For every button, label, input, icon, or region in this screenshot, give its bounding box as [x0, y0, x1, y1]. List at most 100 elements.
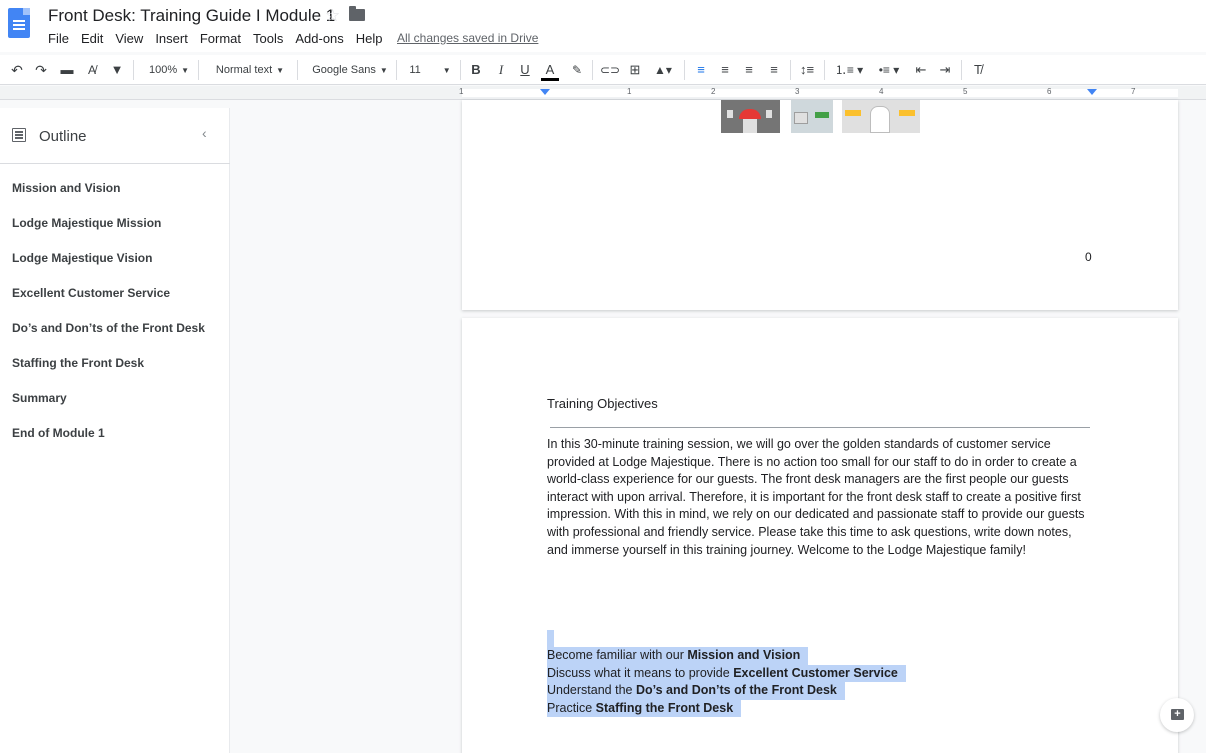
- ruler-number: 2: [711, 87, 716, 96]
- line-spacing-icon[interactable]: ↕≡: [798, 62, 816, 78]
- chevron-down-icon: ▼: [276, 66, 285, 75]
- insert-image-icon[interactable]: ▲▾: [650, 62, 676, 78]
- outline-item[interactable]: Mission and Vision: [0, 180, 230, 215]
- outline-header: Outline ‹: [0, 108, 230, 164]
- ruler: 1 1 2 3 4 5 6 7: [0, 86, 1206, 100]
- numbered-list-icon[interactable]: ⒈≡ ▾: [832, 62, 866, 78]
- ruler-page-area: [462, 89, 1178, 97]
- google-docs-window: Front Desk: Training Guide I Module 1 ☆ …: [0, 0, 1206, 753]
- section-title: Training Objectives: [547, 396, 658, 411]
- highlight-icon[interactable]: ✎: [568, 62, 586, 78]
- align-right-icon[interactable]: ≡: [740, 62, 758, 78]
- docs-logo-icon[interactable]: [8, 8, 30, 38]
- outline-item[interactable]: Staffing the Front Desk: [0, 355, 230, 390]
- clear-formatting-icon[interactable]: T̸: [969, 62, 987, 78]
- objective-line: Discuss what it means to provide Excelle…: [547, 664, 906, 682]
- folder-icon[interactable]: [349, 6, 365, 21]
- paint-format-icon[interactable]: ▼: [108, 62, 126, 78]
- font-value: Google Sans: [312, 64, 376, 76]
- menu-insert[interactable]: Insert: [155, 31, 188, 46]
- outline-item[interactable]: Summary: [0, 390, 230, 425]
- objective-line: Understand the Do’s and Don’ts of the Fr…: [547, 682, 845, 700]
- ruler-number: 6: [1047, 87, 1052, 96]
- objective-bold-text: Staffing the Front Desk: [595, 700, 734, 715]
- right-indent-marker[interactable]: [1087, 89, 1097, 95]
- objective-text: Become familiar with our: [547, 648, 688, 662]
- objective-bold-text: Do’s and Don’ts of the Front Desk: [635, 683, 837, 697]
- intro-paragraph: In this 30-minute training session, we w…: [547, 437, 1085, 557]
- print-icon[interactable]: ▬: [58, 62, 76, 78]
- italic-button[interactable]: I: [492, 62, 510, 78]
- star-icon[interactable]: ☆: [325, 6, 340, 26]
- decrease-indent-icon[interactable]: ⇤: [912, 62, 930, 78]
- page-number: 0: [1085, 250, 1092, 264]
- title-bar: Front Desk: Training Guide I Module 1 ☆ …: [0, 0, 1206, 52]
- outline-item[interactable]: Excellent Customer Service: [0, 285, 230, 320]
- add-comment-icon[interactable]: ⊞: [626, 62, 644, 78]
- menu-addons[interactable]: Add-ons: [295, 31, 343, 46]
- ruler-number: 1: [627, 87, 632, 96]
- redo-icon[interactable]: ↷: [32, 62, 50, 78]
- zoom-value: 100%: [148, 64, 178, 76]
- outline-list: Mission and Vision Lodge Majestique Miss…: [0, 180, 230, 460]
- text-color-button[interactable]: A: [541, 62, 559, 78]
- bold-button[interactable]: B: [467, 62, 485, 78]
- toolbar: ↶ ↷ ▬ A̸ ▼ 100% ▼ Normal text ▼ Google San…: [0, 55, 1206, 85]
- objective-line: Practice Staffing the Front Desk: [547, 699, 742, 717]
- menu-edit[interactable]: Edit: [81, 31, 103, 46]
- menu-tools[interactable]: Tools: [253, 31, 283, 46]
- undo-icon[interactable]: ↶: [8, 62, 26, 78]
- objective-bold-text: Excellent Customer Service: [733, 665, 898, 680]
- font-size-value: 11: [409, 64, 421, 76]
- increase-indent-icon[interactable]: ⇥: [936, 62, 954, 78]
- ruler-number: 5: [963, 87, 968, 96]
- objective-bold-text: Mission and Vision: [687, 648, 801, 662]
- outline-item[interactable]: Lodge Majestique Vision: [0, 250, 230, 285]
- chevron-left-icon[interactable]: ‹: [202, 125, 207, 141]
- document-page[interactable]: 0: [462, 100, 1178, 310]
- objective-text: Discuss what it means to provide: [547, 665, 734, 680]
- menu-format[interactable]: Format: [200, 31, 241, 46]
- save-status-link[interactable]: All changes saved in Drive: [397, 31, 538, 45]
- bulleted-list-icon[interactable]: •≡ ▾: [872, 62, 906, 78]
- objective-text: Practice: [547, 700, 596, 715]
- document-outline-panel: Outline ‹ Mission and Vision Lodge Majes…: [0, 108, 230, 753]
- spellcheck-icon[interactable]: A̸: [83, 62, 101, 78]
- align-left-icon[interactable]: ≡: [692, 62, 710, 78]
- document-page[interactable]: Training Objectives In this 30-minute tr…: [462, 318, 1178, 753]
- objective-line: Become familiar with our Mission and Vis…: [547, 647, 809, 665]
- chevron-down-icon: ▼: [379, 66, 388, 75]
- menu-view[interactable]: View: [115, 31, 143, 46]
- font-size-select[interactable]: 11 ▼: [405, 62, 455, 78]
- objective-text: Understand the: [547, 683, 636, 697]
- left-indent-marker[interactable]: [540, 89, 550, 95]
- horizontal-rule: [550, 427, 1090, 428]
- menu-file[interactable]: File: [48, 31, 69, 46]
- underline-button[interactable]: U: [516, 62, 534, 78]
- outline-title: Outline: [39, 128, 87, 145]
- add-comment-button[interactable]: +: [1160, 698, 1194, 732]
- ruler-number: 1: [459, 87, 464, 96]
- outline-item[interactable]: Do’s and Don’ts of the Front Desk: [0, 320, 230, 355]
- style-select[interactable]: Normal text ▼: [209, 62, 291, 78]
- menu-bar: File Edit View Insert Format Tools Add-o…: [48, 31, 395, 46]
- justify-icon[interactable]: ≡: [765, 62, 783, 78]
- outline-item[interactable]: End of Module 1: [0, 425, 230, 460]
- outline-icon: [12, 128, 26, 142]
- link-icon[interactable]: ⊂⊃: [600, 62, 620, 78]
- ruler-number: 3: [795, 87, 800, 96]
- document-title[interactable]: Front Desk: Training Guide I Module 1: [48, 6, 335, 26]
- ruler-number: 4: [879, 87, 884, 96]
- plus-icon: +: [1174, 708, 1181, 720]
- text-selection-empty-line: [547, 630, 554, 647]
- outline-item[interactable]: Lodge Majestique Mission: [0, 215, 230, 250]
- zoom-select[interactable]: 100% ▼: [144, 62, 194, 78]
- menu-help[interactable]: Help: [356, 31, 383, 46]
- building-illustration: [721, 100, 921, 134]
- font-select[interactable]: Google Sans ▼: [309, 62, 391, 78]
- style-value: Normal text: [215, 64, 273, 76]
- align-center-icon[interactable]: ≡: [716, 62, 734, 78]
- chevron-down-icon: ▼: [442, 66, 451, 75]
- chevron-down-icon: ▼: [181, 66, 190, 75]
- ruler-number: 7: [1131, 87, 1136, 96]
